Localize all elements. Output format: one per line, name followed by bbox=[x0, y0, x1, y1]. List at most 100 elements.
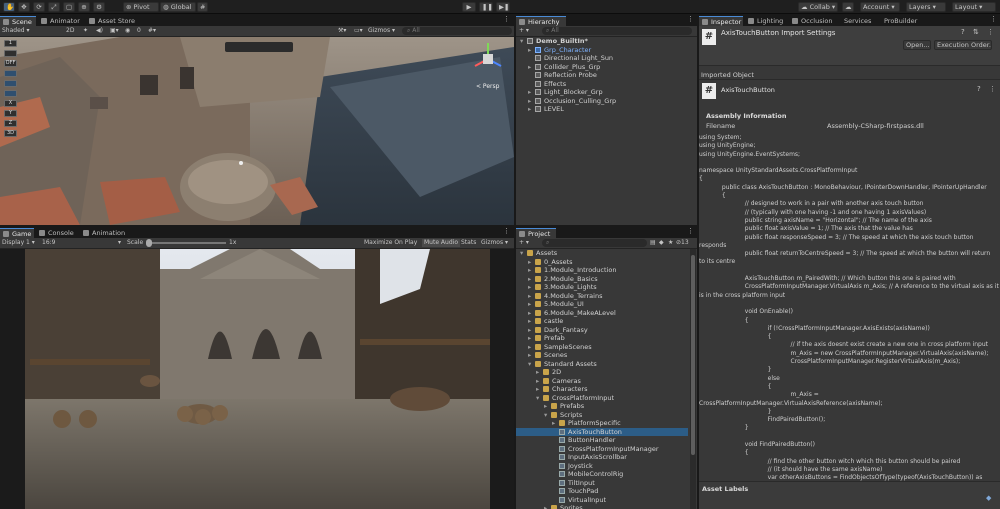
tab-console[interactable]: Console bbox=[36, 228, 78, 238]
custom-tool-button[interactable]: ⚙ bbox=[93, 2, 105, 12]
expand-arrow-icon[interactable]: ▸ bbox=[552, 419, 559, 428]
global-toggle[interactable]: ◍ Global bbox=[160, 2, 196, 12]
hierarchy-item[interactable]: ▸ Occlusion_Culling_Grp bbox=[516, 97, 697, 106]
aspect-arrow-icon[interactable]: ▾ bbox=[118, 239, 121, 247]
expand-arrow-icon[interactable]: ▸ bbox=[536, 377, 543, 386]
hierarchy-item[interactable]: Reflection Probe bbox=[516, 71, 697, 80]
maximize-on-play-toggle[interactable]: Maximize On Play bbox=[364, 239, 417, 247]
lighting-toggle-icon[interactable]: ✦ bbox=[83, 27, 88, 35]
tab-hierarchy[interactable]: Hierarchy bbox=[516, 16, 566, 26]
step-button[interactable]: ▶❚ bbox=[496, 2, 510, 12]
expand-arrow-icon[interactable]: ▸ bbox=[528, 46, 535, 55]
expand-arrow-icon[interactable]: ▸ bbox=[528, 343, 535, 352]
scene-tool-1[interactable]: 1 bbox=[4, 40, 17, 47]
scene-tool-y[interactable]: Y bbox=[4, 110, 17, 117]
project-item[interactable]: TiltInput bbox=[516, 479, 688, 488]
expand-arrow-icon[interactable]: ▸ bbox=[544, 402, 551, 411]
expand-arrow-icon[interactable]: ▸ bbox=[528, 309, 535, 318]
hierarchy-item[interactable]: Directional Light_Sun bbox=[516, 54, 697, 63]
project-item[interactable]: ▸ 5.Module_UI bbox=[516, 300, 688, 309]
project-item[interactable]: CrossPlatformInputManager bbox=[516, 445, 688, 454]
expand-arrow-icon[interactable]: ▸ bbox=[528, 275, 535, 284]
expand-arrow-icon[interactable]: ▸ bbox=[528, 63, 535, 72]
cloud-icon[interactable]: ☁ bbox=[842, 2, 854, 12]
expand-arrow-icon[interactable]: ▸ bbox=[528, 334, 535, 343]
hierarchy-search-input[interactable]: ⌕ All bbox=[542, 27, 692, 35]
expand-arrow-icon[interactable]: ▸ bbox=[528, 105, 535, 114]
expand-arrow-icon[interactable]: ▸ bbox=[528, 97, 535, 106]
tab-occlusion[interactable]: Occlusion bbox=[789, 16, 837, 26]
scene-viewport[interactable]: 1 OFF X Y Z 3D < Persp bbox=[0, 37, 514, 225]
camera-icon[interactable]: ▭▾ bbox=[354, 27, 363, 35]
expand-arrow-icon[interactable]: ▸ bbox=[528, 258, 535, 267]
object-help-icon[interactable]: ? bbox=[977, 85, 981, 93]
project-item[interactable]: ▾ Scripts bbox=[516, 411, 688, 420]
expand-arrow-icon[interactable]: ▸ bbox=[528, 88, 535, 97]
layout-dropdown[interactable]: Layout ▾ bbox=[952, 2, 996, 12]
project-item[interactable]: ▸ Cameras bbox=[516, 377, 688, 386]
inspector-menu-icon[interactable]: ⋮ bbox=[990, 15, 997, 23]
project-menu-icon[interactable]: ⋮ bbox=[687, 227, 694, 235]
tab-project[interactable]: Project bbox=[516, 228, 556, 238]
hierarchy-add-button[interactable]: + ▾ bbox=[519, 27, 529, 35]
scale-tool-button[interactable]: ⤢ bbox=[48, 2, 60, 12]
project-item[interactable]: ▸ Dark_Fantasy bbox=[516, 326, 688, 335]
expand-arrow-icon[interactable]: ▸ bbox=[528, 326, 535, 335]
scene-tool-5[interactable] bbox=[4, 80, 17, 87]
scene-tool-x[interactable]: X bbox=[4, 100, 17, 107]
project-item[interactable]: ▸ 1.Module_Introduction bbox=[516, 266, 688, 275]
project-scrollbar-thumb[interactable] bbox=[691, 255, 695, 455]
project-item[interactable]: ButtonHandler bbox=[516, 436, 688, 445]
game-gizmos-dropdown[interactable]: Gizmos ▾ bbox=[481, 239, 508, 247]
expand-arrow-icon[interactable]: ▸ bbox=[536, 368, 543, 377]
game-tab-menu-icon[interactable]: ⋮ bbox=[503, 227, 510, 235]
scene-tool-z[interactable]: Z bbox=[4, 120, 17, 127]
tab-menu-icon[interactable]: ⋮ bbox=[503, 15, 510, 23]
search-by-type-icon[interactable]: ▤ bbox=[650, 239, 656, 247]
project-item[interactable]: TouchPad bbox=[516, 487, 688, 496]
project-item[interactable]: ▸ 2.Module_Basics bbox=[516, 275, 688, 284]
open-button[interactable]: Open... bbox=[903, 40, 931, 50]
2d-toggle[interactable]: 2D bbox=[66, 27, 74, 35]
inspector-options-icon[interactable]: ⋮ bbox=[987, 28, 994, 36]
project-item[interactable]: ▸ Prefabs bbox=[516, 402, 688, 411]
expand-arrow-icon[interactable]: ▾ bbox=[528, 360, 535, 369]
project-item[interactable]: ▾ Assets bbox=[516, 249, 688, 258]
scene-tool-off[interactable]: OFF bbox=[4, 60, 17, 67]
pause-button[interactable]: ❚❚ bbox=[479, 2, 493, 12]
display-dropdown[interactable]: Display 1 ▾ bbox=[2, 239, 35, 247]
hierarchy-item[interactable]: ▸ Grp_Character bbox=[516, 46, 697, 55]
hierarchy-item[interactable]: ▾ Demo_BuiltIn* bbox=[516, 37, 697, 46]
project-item[interactable]: ▸ 2D bbox=[516, 368, 688, 377]
expand-arrow-icon[interactable]: ▾ bbox=[536, 394, 543, 403]
search-by-label-icon[interactable]: ◆ bbox=[659, 239, 664, 247]
expand-arrow-icon[interactable]: ▾ bbox=[520, 37, 527, 46]
scene-tool-2[interactable] bbox=[4, 50, 17, 57]
expand-arrow-icon[interactable]: ▸ bbox=[528, 266, 535, 275]
scene-tool-4[interactable] bbox=[4, 70, 17, 77]
orientation-gizmo-icon[interactable] bbox=[470, 39, 506, 77]
snap-button[interactable]: # bbox=[197, 2, 208, 12]
play-button[interactable]: ▶ bbox=[462, 2, 476, 12]
visibility-icon[interactable]: ◉ bbox=[125, 27, 130, 35]
expand-arrow-icon[interactable]: ▸ bbox=[544, 504, 551, 509]
tab-animation[interactable]: Animation bbox=[80, 228, 130, 238]
tab-probuilder[interactable]: ProBuilder bbox=[877, 16, 927, 26]
project-item[interactable]: ▸ Prefab bbox=[516, 334, 688, 343]
collab-button[interactable]: ☁ Collab ▾ bbox=[798, 2, 838, 12]
persp-label[interactable]: < Persp bbox=[476, 83, 499, 90]
scene-search-input[interactable]: ⌕ All bbox=[402, 27, 512, 35]
tab-animator[interactable]: Animator bbox=[38, 16, 86, 26]
scale-slider[interactable] bbox=[148, 242, 226, 244]
rotate-tool-button[interactable]: ⟳ bbox=[33, 2, 45, 12]
account-dropdown[interactable]: Account ▾ bbox=[860, 2, 900, 12]
tab-services[interactable]: Services bbox=[837, 16, 877, 26]
project-item[interactable]: ▸ SampleScenes bbox=[516, 343, 688, 352]
project-item[interactable]: ▸ PlatformSpecific bbox=[516, 419, 688, 428]
expand-arrow-icon[interactable]: ▸ bbox=[528, 283, 535, 292]
mute-audio-toggle[interactable]: Mute Audio bbox=[422, 239, 460, 247]
transform-tool-button[interactable]: ⊕ bbox=[78, 2, 90, 12]
shading-dropdown[interactable]: Shaded ▾ bbox=[2, 27, 60, 35]
scene-tool-3d[interactable]: 3D bbox=[4, 130, 17, 137]
project-item[interactable]: ▸ Characters bbox=[516, 385, 688, 394]
